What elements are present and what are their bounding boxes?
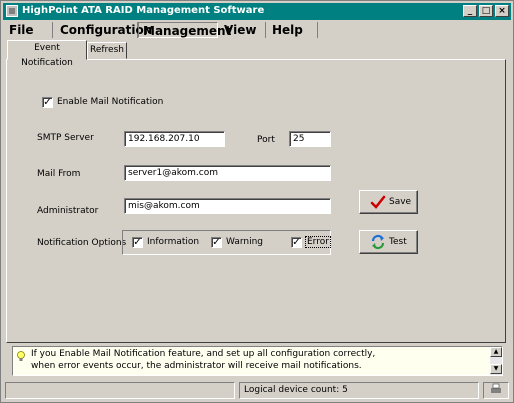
status-pane-icon — [483, 382, 509, 399]
title-bar[interactable]: HighPoint ATA RAID Management Software _… — [3, 3, 511, 20]
scroll-down-arrow-icon[interactable]: ▼ — [490, 364, 502, 374]
message-scrollbar[interactable]: ▲ ▼ — [490, 347, 502, 375]
administrator-input[interactable]: mis@akom.com — [124, 198, 331, 214]
enable-mail-checkbox[interactable]: ✓ — [42, 97, 53, 108]
tab-refresh[interactable]: Refresh — [87, 42, 127, 59]
tab-event-notification[interactable]: Event Notification — [7, 40, 87, 68]
information-label: Information — [147, 237, 200, 247]
message-box: If you Enable Mail Notification feature,… — [12, 346, 503, 376]
logical-device-count: Logical device count: 5 — [239, 382, 479, 399]
message-line-2: when error events occur, the administrat… — [31, 361, 362, 371]
main-window: HighPoint ATA RAID Management Software _… — [0, 0, 514, 403]
menu-configuration[interactable]: Configuration — [56, 22, 152, 38]
checkmark-icon — [370, 195, 386, 209]
message-line-1: If you Enable Mail Notification feature,… — [31, 349, 376, 359]
minimize-button[interactable]: _ — [463, 5, 477, 17]
lightbulb-icon — [17, 351, 25, 361]
smtp-server-label: SMTP Server — [37, 133, 94, 143]
error-checkbox[interactable]: ✓ — [291, 237, 302, 248]
close-button[interactable]: × — [495, 5, 509, 17]
status-bar: Logical device count: 5 — [3, 381, 511, 401]
error-label: Error — [305, 236, 331, 248]
warning-checkbox[interactable]: ✓ — [211, 237, 222, 248]
notification-options-label: Notification Options — [37, 238, 127, 248]
printer-icon — [491, 383, 501, 393]
mail-from-input[interactable]: server1@akom.com — [124, 165, 331, 181]
menu-view[interactable]: View — [220, 22, 266, 38]
window-title: HighPoint ATA RAID Management Software — [22, 5, 265, 16]
mail-from-label: Mail From — [37, 169, 81, 179]
save-label: Save — [389, 197, 412, 207]
notification-options-group: ✓ Information ✓ Warning ✓ Error — [122, 230, 331, 255]
event-notification-panel: ✓ Enable Mail Notification SMTP Server 1… — [6, 59, 506, 343]
test-button[interactable]: Test — [359, 230, 418, 254]
port-input[interactable]: 25 — [289, 131, 331, 147]
menu-file[interactable]: File — [5, 22, 53, 38]
menu-help[interactable]: Help — [268, 22, 318, 38]
test-label: Test — [389, 237, 407, 247]
maximize-button[interactable]: □ — [479, 5, 493, 17]
scroll-up-arrow-icon[interactable]: ▲ — [490, 347, 502, 357]
status-pane-empty — [5, 382, 235, 399]
port-label: Port — [257, 135, 275, 145]
save-button[interactable]: Save — [359, 190, 418, 214]
menu-bar: File Configuration Management View Help — [3, 21, 511, 39]
menu-management[interactable]: Management — [138, 22, 231, 38]
information-checkbox[interactable]: ✓ — [132, 237, 143, 248]
enable-mail-label: Enable Mail Notification — [57, 97, 164, 107]
warning-label: Warning — [226, 237, 264, 247]
smtp-server-input[interactable]: 192.168.207.10 — [124, 131, 225, 147]
refresh-icon — [371, 234, 385, 250]
administrator-label: Administrator — [37, 206, 99, 216]
app-icon — [6, 5, 18, 17]
